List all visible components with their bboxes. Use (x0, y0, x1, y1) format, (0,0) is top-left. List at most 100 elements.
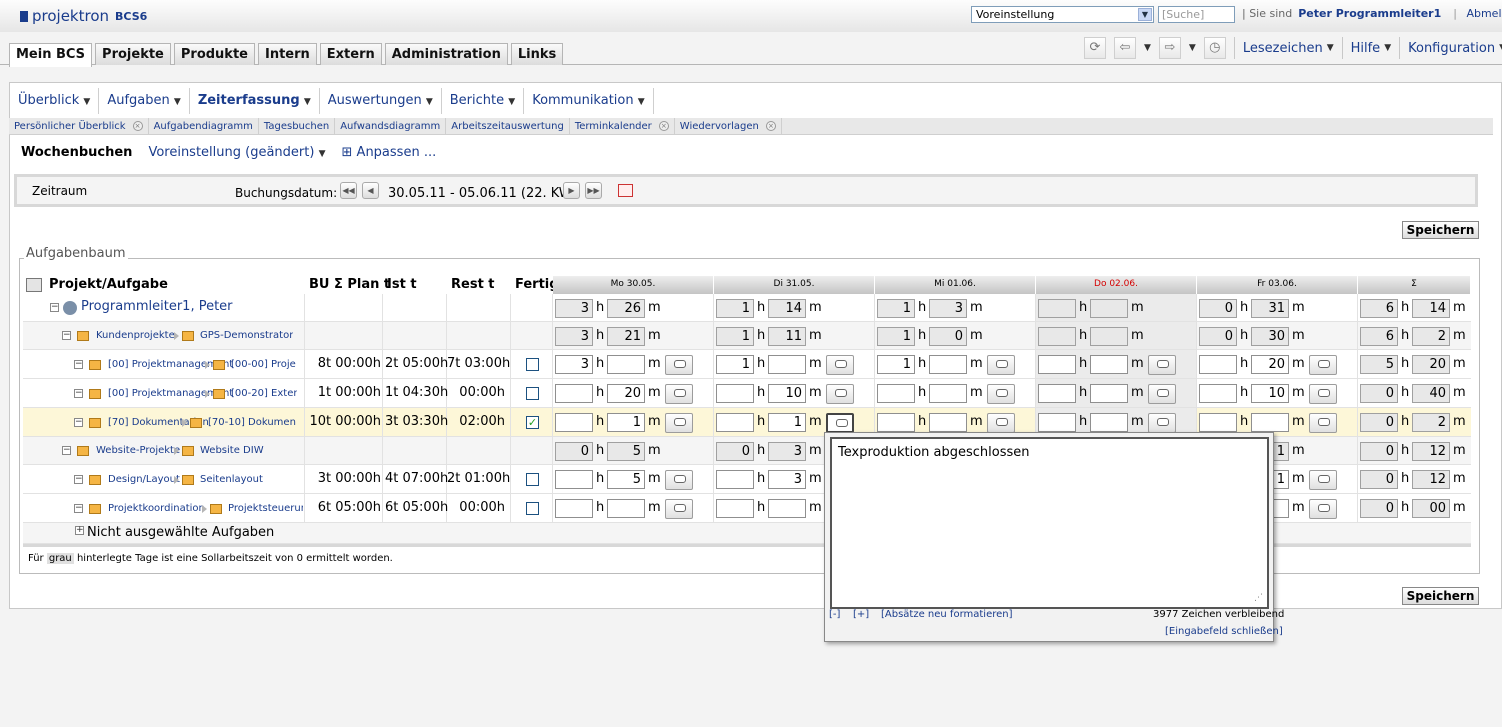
minutes-input[interactable] (929, 384, 967, 403)
refresh-icon[interactable]: ⟳ (1084, 37, 1106, 59)
back-history-chevron-icon[interactable]: ▼ (1144, 43, 1151, 53)
hours-input[interactable] (1038, 355, 1076, 374)
expand-icon[interactable]: + (75, 526, 84, 535)
minutes-input[interactable]: 1 (768, 413, 806, 432)
comment-icon[interactable] (665, 355, 693, 375)
task-link[interactable]: Projektsteuerung (228, 503, 303, 514)
tab-extern[interactable]: Extern (319, 43, 382, 65)
minutes-input[interactable]: 20 (607, 384, 645, 403)
view-preset-dropdown[interactable]: Voreinstellung (geändert) ▼ (148, 145, 325, 160)
submenu-kommunikation[interactable]: Kommunikation ▼ (524, 88, 654, 114)
task-link[interactable]: Seitenlayout (200, 474, 263, 485)
hours-input[interactable]: 3 (555, 355, 593, 374)
hours-input[interactable] (1038, 413, 1076, 432)
done-checkbox[interactable] (526, 502, 539, 515)
shrink-link[interactable]: [-] (829, 609, 840, 620)
project-link[interactable]: Kundenprojekte (96, 330, 175, 341)
comment-icon[interactable] (1309, 355, 1337, 375)
menu-hilfe[interactable]: Hilfe ▼ (1351, 41, 1392, 56)
collapse-icon[interactable]: − (62, 331, 71, 340)
comment-textarea[interactable]: Texproduktion abgeschlossen (830, 437, 1269, 609)
task-link[interactable]: GPS-Demonstrator (200, 330, 293, 341)
hours-input[interactable] (716, 413, 754, 432)
grow-link[interactable]: [+] (853, 609, 869, 620)
minutes-input[interactable] (1090, 355, 1128, 374)
task-link[interactable]: [00-20] Exter (231, 388, 297, 399)
hours-input[interactable] (555, 470, 593, 489)
hours-input[interactable] (1199, 413, 1237, 432)
close-icon[interactable]: × (132, 121, 143, 131)
comment-icon[interactable] (665, 384, 693, 404)
resize-handle-icon[interactable]: ⋰ (1254, 593, 1263, 603)
comment-icon[interactable] (1148, 384, 1176, 404)
submenu-zeiterfassung[interactable]: Zeiterfassung ▼ (190, 88, 320, 114)
hours-input[interactable] (716, 499, 754, 518)
column-settings-icon[interactable] (26, 278, 42, 292)
back-icon[interactable]: ⇦ (1114, 37, 1136, 59)
logout-link[interactable]: Abmelden (1466, 7, 1502, 20)
comment-icon[interactable] (987, 413, 1015, 433)
menu-konfiguration[interactable]: Konfiguration▼ (1408, 41, 1502, 56)
comment-icon[interactable] (826, 355, 854, 375)
unselected-label[interactable]: Nicht ausgewählte Aufgaben (87, 525, 274, 540)
hours-input[interactable]: 1 (716, 355, 754, 374)
minutes-input[interactable]: 5 (607, 470, 645, 489)
collapse-icon[interactable]: − (74, 389, 83, 398)
customize-link[interactable]: ⊞ Anpassen ... (342, 145, 437, 160)
close-icon[interactable]: × (658, 121, 669, 131)
done-checkbox[interactable] (526, 387, 539, 400)
preset-select[interactable]: Voreinstellung ▼ (971, 6, 1154, 23)
minutes-input[interactable] (1090, 413, 1128, 432)
chevron-down-icon[interactable]: ▼ (1138, 8, 1152, 21)
minutes-input[interactable]: 1 (607, 413, 645, 432)
user-name[interactable]: Peter Programmleiter1 (1298, 7, 1441, 20)
hours-input[interactable] (877, 413, 915, 432)
quicktab-terminkalender[interactable]: Terminkalender × (570, 118, 675, 134)
done-checkbox[interactable]: ✓ (526, 416, 539, 429)
tab-produkte[interactable]: Produkte (173, 43, 255, 65)
submenu-berichte[interactable]: Berichte ▼ (442, 88, 525, 114)
task-link[interactable]: Programmleiter1, Peter (81, 299, 233, 314)
minutes-input[interactable] (929, 355, 967, 374)
save-button-top[interactable]: Speichern (1402, 221, 1479, 239)
task-link[interactable]: [00-00] Proje (231, 359, 296, 370)
submenu-auswertungen[interactable]: Auswertungen ▼ (320, 88, 442, 114)
col-header-plan[interactable]: BU Σ Plan t (309, 276, 390, 294)
col-header-task[interactable]: Projekt/Aufgabe (49, 276, 168, 294)
hours-input[interactable] (1199, 355, 1237, 374)
minutes-input[interactable]: 20 (1251, 355, 1289, 374)
comment-icon[interactable] (1309, 499, 1337, 519)
submenu-ueberblick[interactable]: Überblick ▼ (10, 88, 100, 114)
forward-icon[interactable]: ⇨ (1158, 37, 1181, 59)
minutes-input[interactable] (929, 413, 967, 432)
tab-administration[interactable]: Administration (384, 43, 508, 65)
quicktab-arbeitszeitauswertung[interactable]: Arbeitszeitauswertung (446, 118, 570, 134)
minutes-input[interactable] (768, 355, 806, 374)
comment-icon[interactable] (1148, 413, 1176, 433)
app-logo[interactable]: projektron BCS6 (20, 7, 147, 25)
menu-lesezeichen[interactable]: Lesezeichen ▼ (1243, 41, 1334, 56)
minutes-input[interactable]: 10 (1251, 384, 1289, 403)
minutes-input[interactable] (768, 499, 806, 518)
project-link[interactable]: Website-Projekte (96, 445, 180, 456)
task-link[interactable]: Website DIW (200, 445, 264, 456)
collapse-icon[interactable]: − (74, 360, 83, 369)
quicktab-wiedervorlagen[interactable]: Wiedervorlagen × (675, 118, 782, 134)
project-link[interactable]: Design/Layout (108, 474, 180, 485)
hours-input[interactable] (877, 384, 915, 403)
hours-input[interactable] (555, 384, 593, 403)
collapse-icon[interactable]: − (50, 303, 59, 312)
tab-intern[interactable]: Intern (257, 43, 317, 65)
collapse-icon[interactable]: − (74, 475, 83, 484)
close-icon[interactable]: × (765, 121, 776, 131)
close-popup-link[interactable]: [Eingabefeld schließen] (1165, 626, 1283, 637)
submenu-aufgaben[interactable]: Aufgaben ▼ (99, 88, 190, 114)
quicktab-persoenlicher-ueberblick[interactable]: Persönlicher Überblick × (9, 118, 149, 134)
comment-icon[interactable] (665, 413, 693, 433)
tab-projekte[interactable]: Projekte (95, 43, 171, 65)
collapse-icon[interactable]: − (74, 418, 83, 427)
comment-icon[interactable] (987, 384, 1015, 404)
comment-icon[interactable] (665, 499, 693, 519)
minutes-input[interactable] (1090, 384, 1128, 403)
search-input[interactable]: [Suche] (1158, 6, 1235, 23)
